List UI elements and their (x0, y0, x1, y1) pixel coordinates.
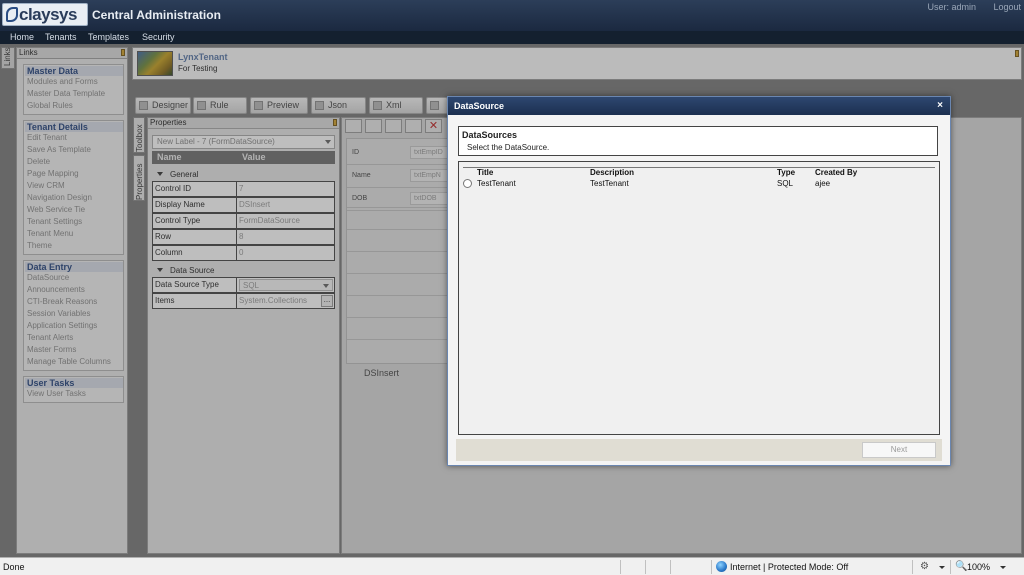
datasource-dialog: DataSource × DataSources Select the Data… (447, 96, 951, 466)
logout-link[interactable]: Logout (993, 2, 1021, 12)
browser-status-bar: Done Internet | Protected Mode: Off ⚙ 🔍 … (0, 557, 1024, 575)
logo-mark-icon (6, 7, 18, 22)
col-type: Type (777, 168, 796, 177)
select-radio[interactable] (463, 179, 472, 188)
protected-mode-icon[interactable]: ⚙ (920, 561, 929, 572)
col-title: Title (477, 168, 494, 177)
col-created-by: Created By (815, 168, 858, 177)
zoom-icon: 🔍 (955, 561, 968, 572)
top-nav: Home Tenants Templates Security (0, 31, 1024, 44)
zoom-level[interactable]: 100% (967, 562, 990, 572)
user-label: User: admin (927, 2, 976, 12)
nav-security[interactable]: Security (142, 32, 175, 42)
datasource-list: Title Description Type Created By TestTe… (458, 161, 940, 435)
chevron-down-icon[interactable] (939, 566, 945, 569)
nav-templates[interactable]: Templates (88, 32, 129, 42)
col-description: Description (590, 168, 635, 177)
security-zone[interactable]: Internet | Protected Mode: Off (730, 562, 848, 572)
claysys-logo: claysys (2, 3, 88, 26)
dialog-footer: Next (456, 439, 942, 461)
status-text: Done (3, 562, 25, 572)
nav-home[interactable]: Home (10, 32, 34, 42)
logo-text: claysys (19, 5, 77, 24)
dialog-title: DataSource (454, 101, 505, 111)
internet-zone-icon (716, 561, 727, 572)
next-button[interactable]: Next (862, 442, 936, 458)
nav-tenants[interactable]: Tenants (45, 32, 77, 42)
dialog-title-bar: DataSource × (448, 97, 950, 115)
app-title: Central Administration (92, 8, 221, 22)
chevron-down-icon[interactable] (1000, 566, 1006, 569)
app-header: claysys Central Administration User: adm… (0, 0, 1024, 31)
close-icon[interactable]: × (937, 97, 943, 115)
section-title: DataSources (462, 130, 518, 140)
section-subtitle: Select the DataSource. (467, 143, 550, 152)
datasources-section: DataSources Select the DataSource. (458, 126, 938, 156)
